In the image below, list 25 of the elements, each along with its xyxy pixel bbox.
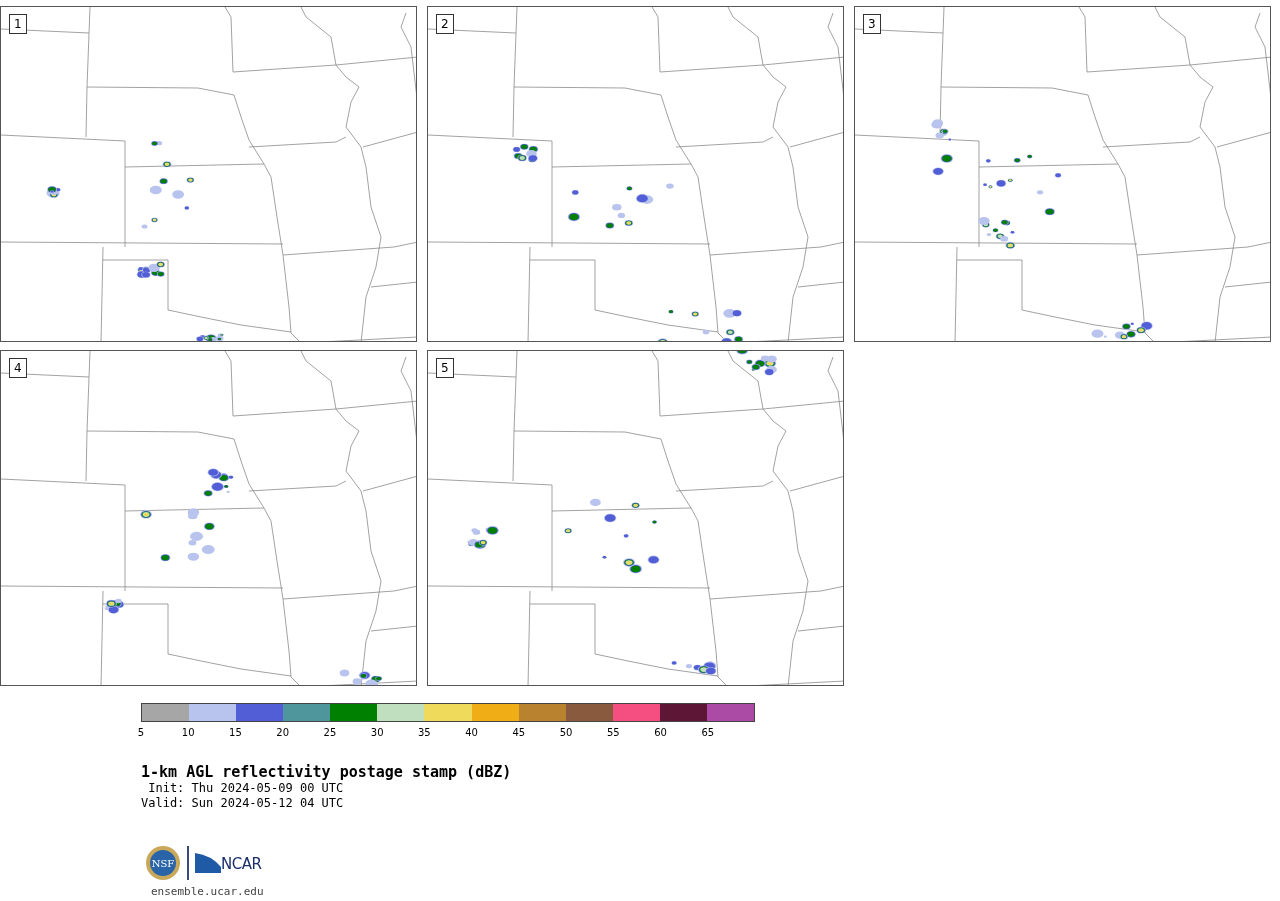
- ncar-logo-text: NCAR: [221, 855, 262, 873]
- tick-label: 50: [559, 727, 573, 740]
- tick-label: 35: [418, 727, 431, 740]
- tick-label: 10: [181, 727, 195, 740]
- panel-number: 5: [436, 358, 454, 378]
- chart-title: 1-km AGL reflectivity postage stamp (dBZ): [141, 764, 513, 781]
- tick-label: 45: [512, 727, 526, 740]
- tick-label: 60: [654, 727, 667, 740]
- panel-number: 2: [436, 14, 454, 34]
- tick-label: 30: [370, 727, 384, 740]
- init-time: Init: Thu 2024-05-09 00 UTC: [147, 781, 345, 796]
- tick-label: 5: [137, 727, 145, 740]
- tick-label: 20: [276, 727, 290, 740]
- panel-number: 4: [9, 358, 27, 378]
- ncar-swoosh-icon: [195, 853, 221, 873]
- tick-label: 40: [465, 727, 478, 740]
- website-url: ensemble.ucar.edu: [151, 885, 265, 898]
- nsf-logo: NSF: [145, 845, 181, 881]
- tick-label: 55: [606, 727, 620, 740]
- tick-label: 25: [323, 727, 337, 740]
- panel-number: 1: [9, 14, 27, 34]
- panel-number: 3: [863, 14, 881, 34]
- tick-label: 65: [701, 727, 715, 740]
- valid-time: Valid: Sun 2024-05-12 04 UTC: [141, 796, 345, 811]
- tick-label: 15: [229, 727, 242, 740]
